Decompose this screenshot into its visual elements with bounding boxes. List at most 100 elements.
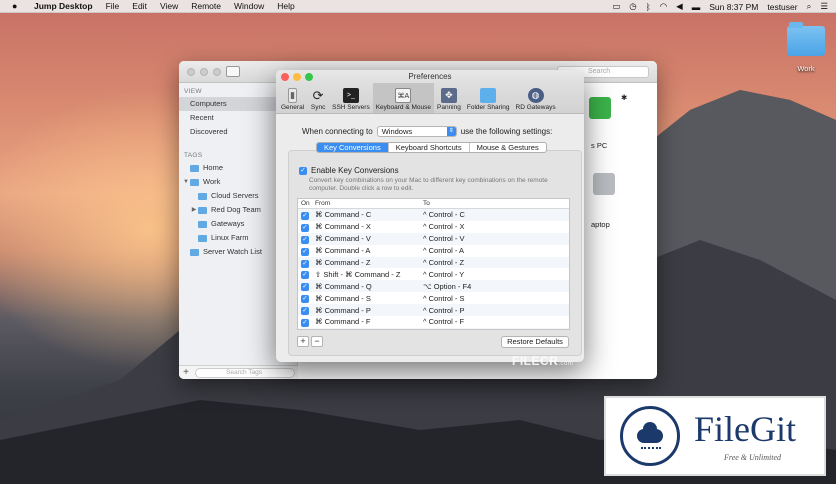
row-from: ⌘ Command - S — [315, 293, 371, 303]
os-select[interactable]: Windows ⇕ — [376, 126, 457, 137]
menu-help[interactable]: Help — [277, 1, 294, 11]
preferences-toolbar: ▮ General ⟳ Sync >_ SSH Servers ⌘A Keybo… — [276, 83, 584, 114]
row-to: ^ Control - C — [423, 210, 465, 220]
tab-keyboard-mouse[interactable]: ⌘A Keyboard & Mouse — [372, 83, 434, 113]
desktop-folder-label: Work — [797, 64, 815, 73]
col-to[interactable]: To — [423, 199, 569, 208]
computer-label-pc[interactable]: s PC — [591, 141, 607, 150]
main-window-controls — [187, 68, 226, 76]
segment-key-conversions[interactable]: Key Conversions — [317, 143, 389, 152]
row-enabled-checkbox[interactable]: ✓ — [301, 247, 309, 256]
menu-clock[interactable]: Sun 8:37 PM — [709, 2, 758, 12]
tab-panning[interactable]: ✥ Panning — [434, 83, 464, 113]
computer-thumbnail[interactable] — [589, 97, 611, 119]
menu-file[interactable]: File — [106, 1, 120, 11]
desktop-folder-work[interactable]: Work — [783, 22, 829, 73]
table-row[interactable]: ✓ ⌘ Command - V ^ Control - V — [298, 232, 569, 245]
table-row[interactable]: ✓ ⇧ Shift - ⌘ Command - Z ^ Control - Y — [298, 268, 569, 280]
menu-app-name[interactable]: Jump Desktop — [34, 1, 93, 11]
table-row[interactable]: ✓ ⌘ Command - A ^ Control - A — [298, 245, 569, 257]
menu-edit[interactable]: Edit — [132, 1, 147, 11]
row-enabled-checkbox[interactable]: ✓ — [301, 211, 309, 220]
row-enabled-checkbox[interactable]: ✓ — [301, 223, 309, 232]
add-tag-button[interactable]: + — [179, 367, 193, 378]
menu-window[interactable]: Window — [234, 1, 264, 11]
remove-button[interactable]: − — [311, 336, 323, 347]
battery-icon[interactable]: ▬ — [692, 2, 701, 12]
row-to: ⌥ Option - F4 — [423, 281, 472, 291]
table-row[interactable]: ✓ ⌘ Command - S ^ Control - S — [298, 292, 569, 304]
tab-sync[interactable]: ⟳ Sync — [307, 83, 329, 113]
segment-keyboard-shortcuts[interactable]: Keyboard Shortcuts — [389, 143, 470, 152]
bluetooth-icon[interactable]: ᛒ — [646, 2, 651, 12]
sidebar-toggle-icon[interactable] — [226, 66, 240, 77]
filecr-watermark: FILECR.com — [512, 354, 574, 368]
tag-label: Linux Farm — [211, 233, 249, 242]
row-enabled-checkbox[interactable]: ✓ — [301, 295, 309, 304]
minimize-button[interactable] — [293, 73, 301, 81]
tag-label: Home — [203, 163, 224, 172]
apple-menu-icon[interactable]: ● — [12, 1, 24, 11]
tab-rd-gateways[interactable]: ◍ RD Gateways — [513, 83, 559, 113]
volume-icon[interactable]: ◀ — [676, 1, 683, 12]
row-enabled-checkbox[interactable]: ✓ — [301, 271, 309, 280]
panning-icon: ✥ — [440, 88, 457, 103]
enable-key-conversions[interactable]: ✓ Enable Key Conversions — [299, 166, 399, 175]
computer-thumbnail[interactable] — [593, 173, 615, 195]
table-row[interactable]: ✓⌘ Command - T^ Control - T — [298, 327, 569, 329]
menu-user[interactable]: testuser — [767, 2, 797, 12]
zoom-button[interactable] — [305, 73, 313, 81]
connecting-row: When connecting to Windows ⇕ use the fol… — [302, 126, 572, 137]
row-from: ⌘ Command - P — [315, 305, 371, 315]
row-enabled-checkbox[interactable]: ✓ — [301, 235, 309, 244]
restore-defaults-button[interactable]: Restore Defaults — [501, 336, 569, 348]
close-button[interactable] — [281, 73, 289, 81]
minimize-button[interactable] — [200, 68, 208, 76]
tab-general[interactable]: ▮ General — [278, 83, 307, 113]
disclosure-right-icon[interactable]: ▶ — [190, 203, 198, 217]
table-row[interactable]: ✓ ⌘ Command - X ^ Control - X — [298, 221, 569, 233]
row-enabled-checkbox[interactable]: ✓ — [301, 318, 309, 327]
airplay-icon[interactable]: ▭ — [612, 1, 620, 12]
row-from: ⌘ Command - V — [315, 234, 371, 244]
gear-icon[interactable]: ✱ — [621, 93, 627, 102]
terminal-icon: >_ — [342, 88, 359, 103]
description-text: Convert key combinations on your Mac to … — [309, 177, 548, 192]
table-row[interactable]: ✓ ⌘ Command - Q ⌥ Option - F4 — [298, 280, 569, 293]
segment-mouse-gestures[interactable]: Mouse & Gestures — [470, 143, 546, 152]
zoom-button[interactable] — [213, 68, 221, 76]
row-from: ⌘ Command - A — [315, 246, 371, 256]
tab-folder-sharing[interactable]: Folder Sharing — [464, 83, 513, 113]
time-machine-icon[interactable]: ◷ — [629, 1, 636, 12]
add-button[interactable]: + — [297, 336, 309, 347]
menu-view[interactable]: View — [160, 1, 178, 11]
enable-label: Enable Key Conversions — [311, 166, 399, 175]
notification-center-icon[interactable]: ☰ — [820, 1, 828, 12]
disclosure-down-icon[interactable]: ▼ — [182, 175, 190, 189]
tab-ssh-servers[interactable]: >_ SSH Servers — [329, 83, 373, 113]
tag-label: Gateways — [211, 219, 245, 228]
table-row[interactable]: ✓ ⌘ Command - F ^ Control - F — [298, 316, 569, 328]
computer-label-laptop[interactable]: aptop — [591, 220, 610, 229]
col-from[interactable]: From — [310, 199, 423, 208]
filegit-logo-badge: FileGit Free & Unlimited — [604, 396, 826, 476]
row-enabled-checkbox[interactable]: ✓ — [301, 259, 309, 268]
row-enabled-checkbox[interactable]: ✓ — [301, 283, 309, 292]
table-row[interactable]: ✓ ⌘ Command - P ^ Control - P — [298, 304, 569, 317]
table-row[interactable]: ✓ ⌘ Command - Z ^ Control - Z — [298, 256, 569, 269]
close-button[interactable] — [187, 68, 195, 76]
spotlight-icon[interactable]: ⌕ — [807, 1, 812, 12]
enable-checkbox[interactable]: ✓ — [299, 166, 307, 175]
sync-icon: ⟳ — [312, 87, 324, 103]
tag-folder-icon — [190, 164, 199, 172]
wifi-icon[interactable]: ◠ — [660, 1, 667, 12]
row-to: ^ Control - S — [423, 293, 465, 303]
menu-remote[interactable]: Remote — [191, 1, 221, 11]
col-on[interactable]: On — [298, 199, 310, 208]
row-to: ^ Control - Y — [423, 269, 465, 279]
row-enabled-checkbox[interactable]: ✓ — [301, 307, 309, 316]
tag-folder-icon — [190, 178, 199, 186]
table-row[interactable]: ✓ ⌘ Command - C ^ Control - C — [298, 209, 569, 221]
tag-search-input[interactable]: Search Tags — [195, 367, 295, 378]
row-to: ^ Control - Z — [423, 258, 465, 267]
